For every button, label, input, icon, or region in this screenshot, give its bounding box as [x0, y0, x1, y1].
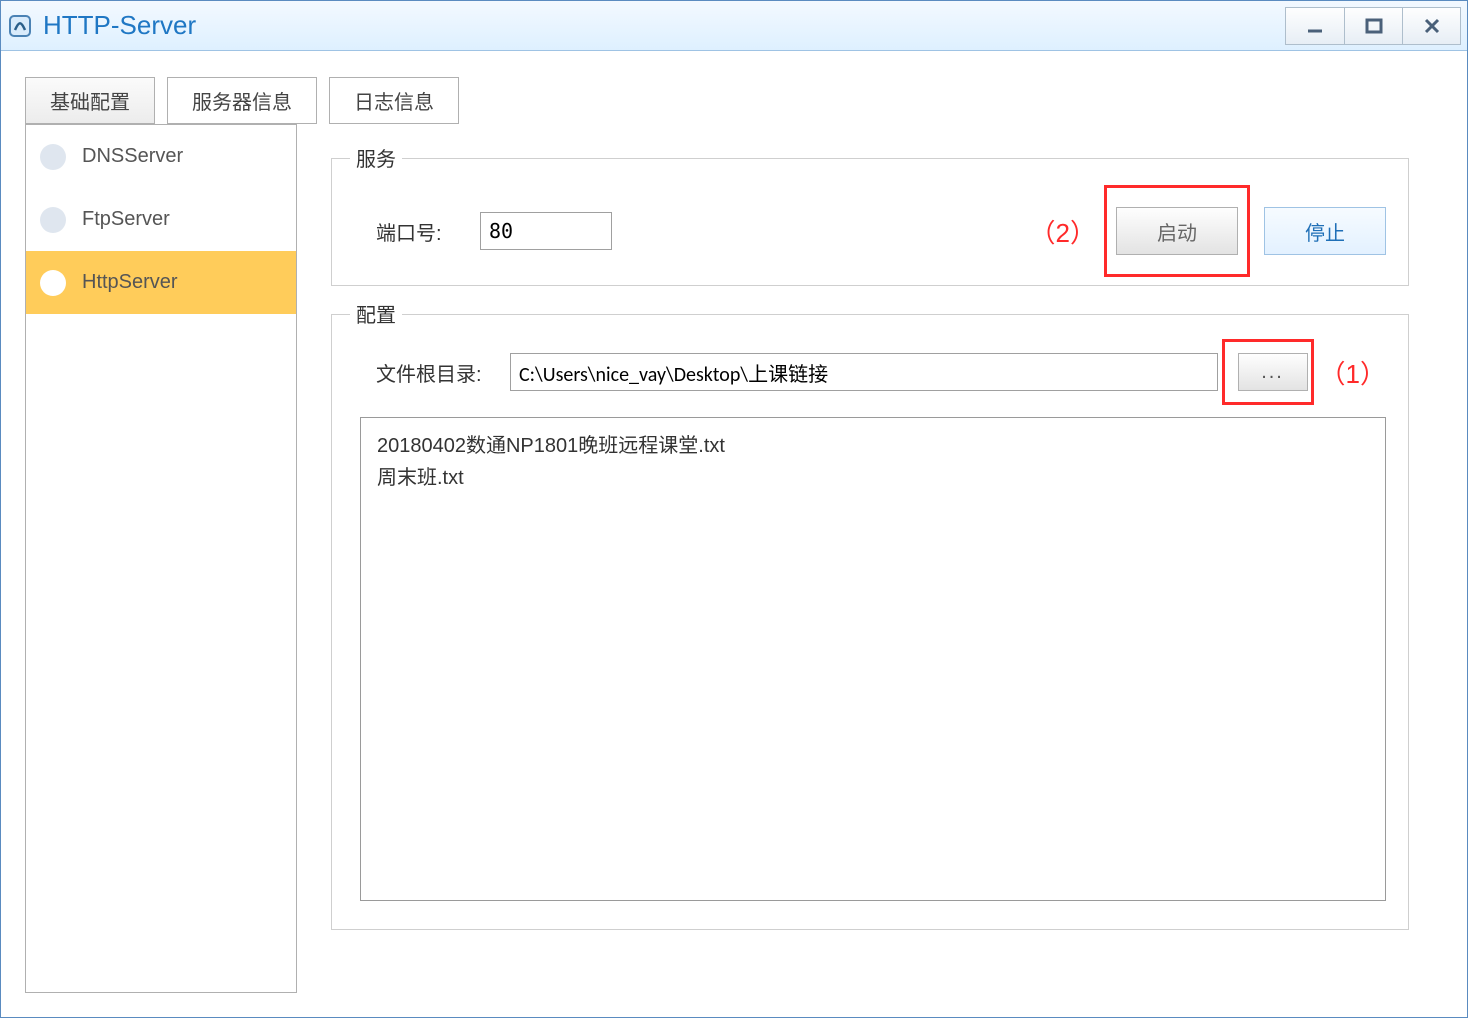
annotation-1-label: （1） — [1320, 354, 1386, 391]
sidebar-item-httpserver[interactable]: HttpServer — [26, 251, 296, 314]
sidebar: DNSServer FtpServer HttpServer — [25, 124, 297, 993]
file-list-item[interactable]: 周末班.txt — [377, 462, 1369, 494]
window-title: HTTP-Server — [43, 10, 1285, 41]
file-list-item[interactable]: 20180402数通NP1801晚班远程课堂.txt — [377, 430, 1369, 462]
port-input[interactable] — [480, 212, 612, 250]
file-list[interactable]: 20180402数通NP1801晚班远程课堂.txt 周末班.txt — [360, 417, 1386, 901]
window-controls — [1285, 7, 1461, 45]
status-dot-icon — [40, 207, 66, 233]
tabs-row: 基础配置 服务器信息 日志信息 — [25, 77, 1443, 124]
client-area: 基础配置 服务器信息 日志信息 DNSServer FtpServer Http… — [1, 51, 1467, 1017]
root-dir-input[interactable] — [510, 353, 1218, 391]
tab-basic-config[interactable]: 基础配置 — [25, 77, 155, 124]
maximize-button[interactable] — [1344, 8, 1402, 44]
sidebar-item-label: DNSServer — [82, 145, 183, 168]
browse-button[interactable]: ... — [1238, 353, 1308, 391]
config-legend: 配置 — [350, 299, 402, 328]
tab-log-info[interactable]: 日志信息 — [329, 77, 459, 124]
annotation-2-label: （2） — [1030, 213, 1096, 250]
sidebar-item-ftpserver[interactable]: FtpServer — [26, 188, 296, 251]
body-row: DNSServer FtpServer HttpServer 服务 端口号: — [25, 124, 1443, 993]
port-label: 端口号: — [360, 217, 480, 246]
main-panel: 服务 端口号: （2） 启动 停止 配置 — [297, 124, 1443, 993]
title-bar: HTTP-Server — [1, 1, 1467, 51]
config-fieldset: 配置 文件根目录: ... （1） 20180402数通NP1801晚班远程课堂… — [331, 314, 1409, 930]
service-fieldset: 服务 端口号: （2） 启动 停止 — [331, 158, 1409, 286]
sidebar-item-dnsserver[interactable]: DNSServer — [26, 125, 296, 188]
minimize-button[interactable] — [1286, 8, 1344, 44]
app-icon — [7, 13, 33, 39]
status-dot-icon — [40, 270, 66, 296]
sidebar-item-label: HttpServer — [82, 271, 178, 294]
close-button[interactable] — [1402, 8, 1460, 44]
root-dir-label: 文件根目录: — [360, 358, 510, 387]
status-dot-icon — [40, 144, 66, 170]
app-window: HTTP-Server 基础配置 服务器信息 日志信息 DNSServer — [0, 0, 1468, 1018]
stop-button[interactable]: 停止 — [1264, 207, 1386, 255]
tab-server-info[interactable]: 服务器信息 — [167, 77, 317, 124]
service-legend: 服务 — [350, 143, 402, 172]
start-button[interactable]: 启动 — [1116, 207, 1238, 255]
sidebar-item-label: FtpServer — [82, 208, 170, 231]
